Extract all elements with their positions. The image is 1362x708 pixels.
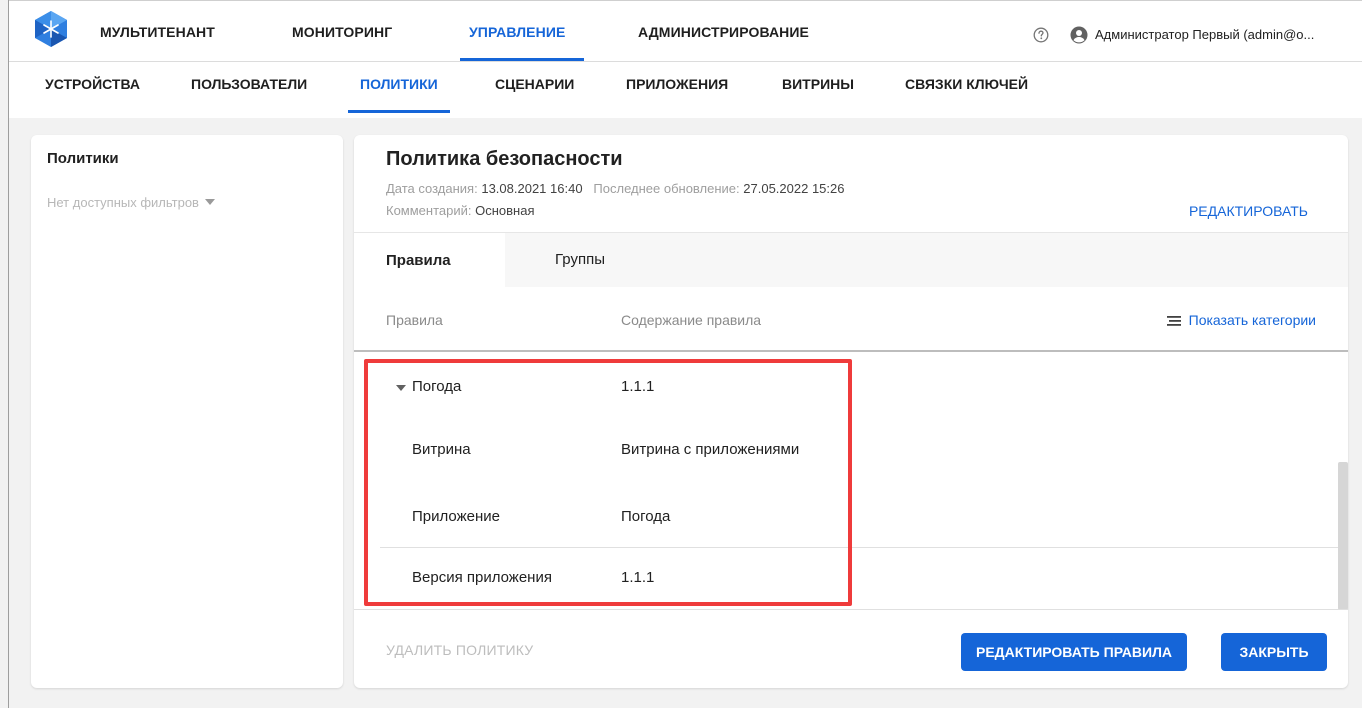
account-circle-icon[interactable] <box>1070 26 1088 44</box>
topnav-administration[interactable]: АДМИНИСТРИРОВАНИЕ <box>638 24 809 40</box>
rule-name: Витрина <box>412 441 471 458</box>
tab-groups[interactable]: Группы <box>505 233 625 287</box>
subnav-active-indicator <box>348 110 450 113</box>
policy-comment: Комментарий: Основная <box>386 203 535 218</box>
tabs-bar: Правила Группы <box>354 232 1348 287</box>
app-logo-icon[interactable] <box>34 10 68 48</box>
created-label: Дата создания: <box>386 181 478 196</box>
top-bar: МУЛЬТИТЕНАНТ МОНИТОРИНГ УПРАВЛЕНИЕ АДМИН… <box>9 1 1362 62</box>
collapse-caret-icon[interactable] <box>396 385 406 391</box>
rule-name: Версия приложения <box>412 569 552 586</box>
list-icon <box>1166 316 1181 326</box>
show-categories-button[interactable]: Показать категории <box>1166 312 1316 328</box>
rule-group-value: 1.1.1 <box>621 378 655 395</box>
comment-label: Комментарий: <box>386 203 472 218</box>
topnav-management[interactable]: УПРАВЛЕНИЕ <box>469 24 565 40</box>
subnav-devices[interactable]: УСТРОЙСТВА <box>45 76 140 92</box>
rule-value: 1.1.1 <box>621 569 655 586</box>
column-header-content: Содержание правила <box>621 312 762 328</box>
sub-nav-bar: УСТРОЙСТВА ПОЛЬЗОВАТЕЛИ ПОЛИТИКИ СЦЕНАРИ… <box>9 62 1362 118</box>
user-name[interactable]: Администратор Первый (admin@o... <box>1095 27 1314 42</box>
row-divider <box>380 547 1348 548</box>
rule-group-name[interactable]: Погода <box>412 378 461 395</box>
rule-value: Погода <box>621 508 671 525</box>
tab-rules-label: Правила <box>386 252 451 269</box>
help-circle-icon[interactable] <box>1033 27 1049 43</box>
policy-details-panel: Политика безопасности Дата создания: 13.… <box>354 135 1348 688</box>
subnav-users[interactable]: ПОЛЬЗОВАТЕЛИ <box>191 76 307 92</box>
subnav-policies[interactable]: ПОЛИТИКИ <box>360 76 438 92</box>
created-value: 13.08.2021 16:40 <box>481 181 583 196</box>
policy-title: Политика безопасности <box>386 148 623 170</box>
subnav-applications[interactable]: ПРИЛОЖЕНИЯ <box>626 76 728 92</box>
table-header-divider <box>354 350 1348 352</box>
topnav-active-indicator <box>460 58 584 61</box>
updated-label: Последнее обновление: <box>593 181 740 196</box>
edit-rules-button[interactable]: РЕДАКТИРОВАТЬ ПРАВИЛА <box>961 633 1187 671</box>
edit-policy-button[interactable]: РЕДАКТИРОВАТЬ <box>1189 203 1308 219</box>
delete-policy-button[interactable]: УДАЛИТЬ ПОЛИТИКУ <box>386 642 533 658</box>
topnav-multitenant[interactable]: МУЛЬТИТЕНАНТ <box>100 24 215 40</box>
show-categories-label: Показать категории <box>1188 312 1316 328</box>
filter-dropdown[interactable]: Нет доступных фильтров <box>47 195 215 210</box>
close-button[interactable]: ЗАКРЫТЬ <box>1221 633 1327 671</box>
tab-groups-label: Группы <box>555 251 605 268</box>
subnav-showcases[interactable]: ВИТРИНЫ <box>782 76 854 92</box>
column-header-rules: Правила <box>386 312 443 328</box>
sidebar-title: Политики <box>47 150 119 167</box>
policy-dates: Дата создания: 13.08.2021 16:40 Последне… <box>386 181 844 196</box>
footer-divider <box>354 609 1348 610</box>
rule-value: Витрина с приложениями <box>621 441 800 458</box>
subnav-scenarios[interactable]: СЦЕНАРИИ <box>495 76 574 92</box>
rule-name: Приложение <box>412 508 500 525</box>
policies-sidebar: Политики Нет доступных фильтров <box>31 135 343 688</box>
updated-value: 27.05.2022 15:26 <box>743 181 845 196</box>
caret-down-icon <box>204 199 215 205</box>
tab-rules[interactable]: Правила <box>354 233 505 287</box>
rules-scrollbar[interactable] <box>1338 462 1348 610</box>
subnav-keychains[interactable]: СВЯЗКИ КЛЮЧЕЙ <box>905 76 1028 92</box>
topnav-monitoring[interactable]: МОНИТОРИНГ <box>292 24 392 40</box>
comment-value: Основная <box>475 203 535 218</box>
filter-label: Нет доступных фильтров <box>47 195 199 210</box>
